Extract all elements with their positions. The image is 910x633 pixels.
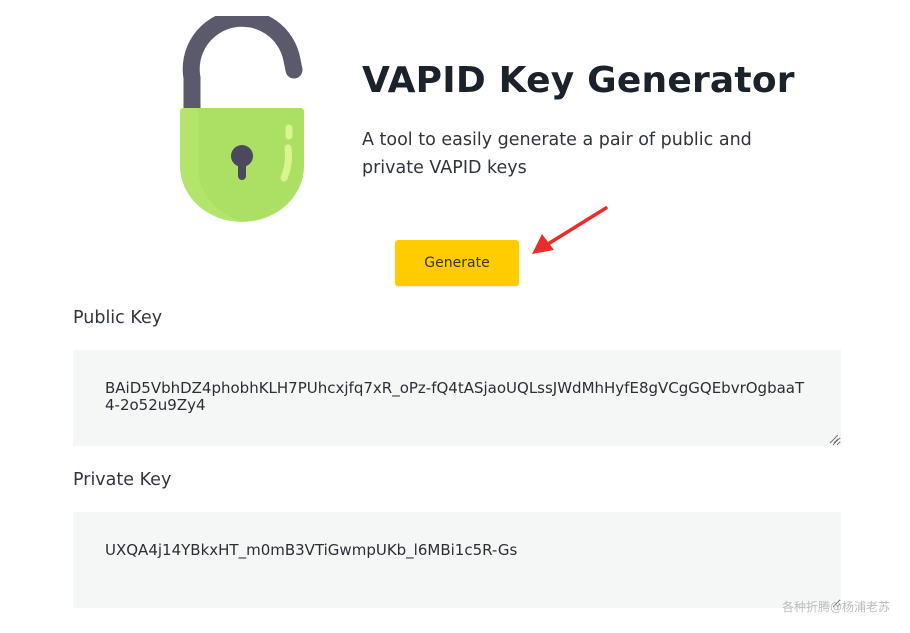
- page-title: VAPID Key Generator: [362, 60, 795, 101]
- resize-handle-icon[interactable]: [829, 434, 839, 444]
- generate-button[interactable]: Generate: [395, 240, 519, 286]
- public-key-field[interactable]: BAiD5VbhDZ4phobhKLH7PUhcxjfq7xR_oPz-fQ4t…: [73, 350, 841, 446]
- private-key-field[interactable]: UXQA4j14YBkxHT_m0mB3VTiGwmpUKb_l6MBi1c5R…: [73, 512, 841, 608]
- unlocked-padlock-icon: [180, 16, 304, 222]
- public-key-label: Public Key: [73, 308, 163, 328]
- red-arrow-icon: [532, 206, 608, 254]
- page-subtitle: A tool to easily generate a pair of publ…: [362, 130, 752, 178]
- watermark: 各种折腾@杨浦老苏: [781, 600, 890, 614]
- private-key-label: Private Key: [73, 470, 172, 490]
- page: VAPID Key Generator A tool to easily gen…: [0, 0, 910, 633]
